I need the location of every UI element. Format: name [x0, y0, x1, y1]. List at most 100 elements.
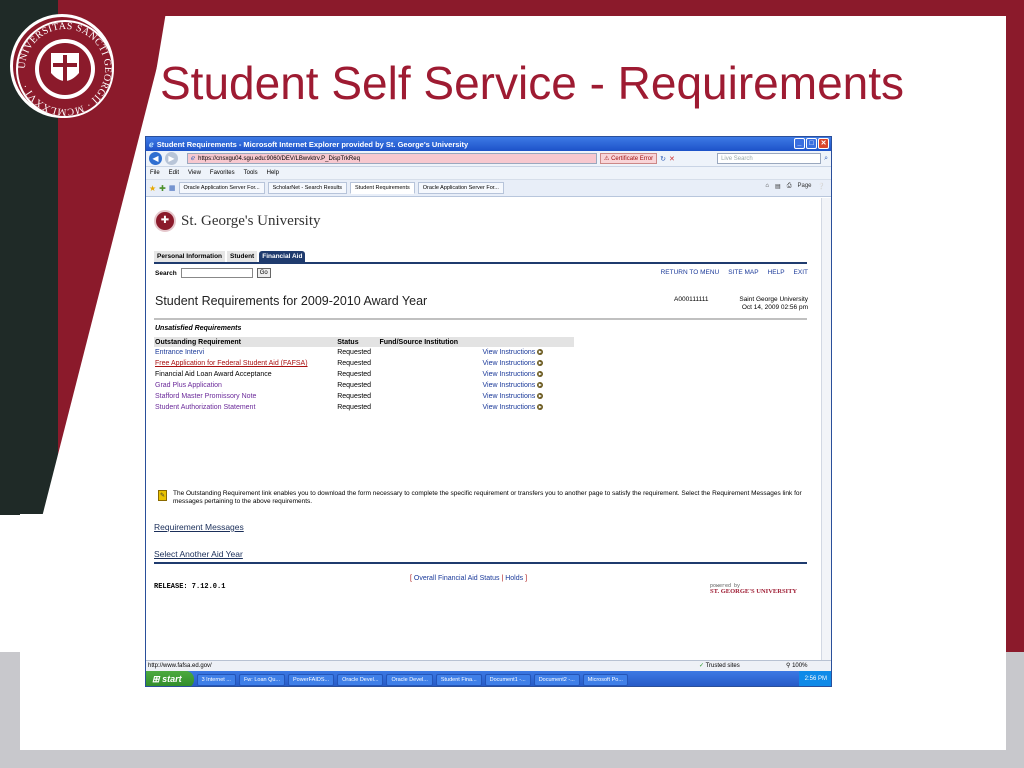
menu-view[interactable]: View — [188, 170, 201, 176]
requirement-link[interactable]: Student Authorization Statement — [155, 404, 255, 411]
home-icon[interactable]: ⌂ — [765, 183, 769, 190]
powered-by: powered by ST. GEORGE'S UNIVERSITY — [710, 583, 797, 595]
taskbar-item[interactable]: Document2 -... — [533, 673, 580, 686]
status-cell: Requested — [337, 393, 372, 400]
arrow-icon[interactable]: ▶ — [537, 371, 544, 378]
requirement-text: Financial Aid Loan Award Acceptance — [155, 371, 272, 378]
address-bar[interactable]: ℯ https://cnsxgu04.sgu.edu:9060/DEV/LBwv… — [187, 153, 597, 164]
quick-tabs-icon[interactable]: ▦ — [169, 184, 176, 192]
release-version: RELEASE: 7.12.0.1 — [154, 583, 226, 591]
taskbar-item[interactable]: Oracle Devel... — [337, 673, 384, 686]
help-icon[interactable]: ❔ — [818, 183, 825, 190]
windows-taskbar: ⊞ start 3 Internet ... Fw: Loan Qu... Po… — [146, 671, 831, 686]
taskbar-item[interactable]: PowerFAIDS... — [288, 673, 335, 686]
view-instructions-link[interactable]: View Instructions — [482, 404, 535, 411]
zoom-level[interactable]: ⚲ 100% — [786, 661, 807, 671]
search-label: Search — [155, 269, 177, 277]
help-link[interactable]: HELP — [768, 269, 785, 276]
page-menu[interactable]: Page — [798, 183, 812, 190]
windows-flag-icon: ⊞ — [152, 674, 160, 684]
menu-tools[interactable]: Tools — [244, 170, 258, 176]
requirement-link[interactable]: Free Application for Federal Student Aid… — [155, 360, 308, 367]
footer-links: [ Overall Financial Aid Status | Holds ] — [410, 575, 528, 582]
status-url: http://www.fafsa.ed.gov/ — [148, 663, 212, 669]
holds-link[interactable]: Holds — [505, 575, 523, 582]
taskbar-item[interactable]: Microsoft Po... — [582, 673, 628, 686]
divider — [154, 318, 807, 320]
stop-icon[interactable]: ✕ — [669, 155, 675, 163]
menu-edit[interactable]: Edit — [169, 170, 179, 176]
info-note: ✎ The Outstanding Requirement link enabl… — [158, 490, 813, 506]
timestamp: Oct 14, 2009 02:56 pm — [741, 304, 808, 311]
tab-oracle-2[interactable]: Oracle Application Server For... — [417, 182, 504, 194]
return-to-menu-link[interactable]: RETURN TO MENU — [661, 269, 720, 276]
back-button[interactable]: ◀ — [149, 152, 162, 165]
view-instructions-link[interactable]: View Instructions — [482, 382, 535, 389]
arrow-icon[interactable]: ▶ — [537, 360, 544, 367]
select-another-aid-year-link[interactable]: Select Another Aid Year — [154, 549, 243, 559]
view-instructions-link[interactable]: View Instructions — [482, 349, 535, 356]
taskbar-item[interactable]: 3 Internet ... — [196, 673, 236, 686]
menu-favorites[interactable]: Favorites — [210, 170, 235, 176]
vertical-scrollbar[interactable] — [821, 198, 831, 660]
refresh-icon[interactable]: ↻ — [660, 155, 666, 163]
arrow-icon[interactable]: ▶ — [537, 382, 544, 389]
search-icon[interactable]: ⌕ — [824, 155, 828, 163]
minimize-button[interactable]: _ — [794, 138, 805, 149]
maximize-button[interactable]: □ — [806, 138, 817, 149]
tab-scholarnet[interactable]: ScholarNet - Search Results — [267, 182, 348, 194]
requirements-table: Outstanding Requirement Status Fund/Sour… — [154, 337, 574, 413]
requirement-link[interactable]: Entrance Intervi — [155, 349, 204, 356]
search-row: Search Go — [155, 268, 271, 278]
table-row: Financial Aid Loan Award Acceptance Requ… — [154, 369, 574, 380]
taskbar-item[interactable]: Oracle Devel... — [386, 673, 433, 686]
close-button[interactable]: ✕ — [818, 138, 829, 149]
window-controls: _ □ ✕ — [794, 138, 829, 149]
table-row: Grad Plus Application Requested View Ins… — [154, 380, 574, 391]
tab-student-requirements[interactable]: Student Requirements — [350, 182, 415, 194]
favorites-star-icon[interactable]: ★ — [149, 184, 156, 193]
powered-by-logo: ST. GEORGE'S UNIVERSITY — [710, 588, 798, 595]
view-instructions-link[interactable]: View Instructions — [482, 360, 535, 367]
start-button[interactable]: ⊞ start — [146, 671, 194, 686]
forward-button[interactable]: ▶ — [165, 152, 178, 165]
arrow-icon[interactable]: ▶ — [537, 349, 544, 356]
window-titlebar: ℯ Student Requirements - Microsoft Inter… — [146, 137, 831, 151]
status-cell: Requested — [337, 404, 372, 411]
arrow-icon[interactable]: ▶ — [537, 404, 544, 411]
search-input[interactable] — [180, 268, 253, 278]
view-instructions-link[interactable]: View Instructions — [482, 371, 535, 378]
feeds-icon[interactable]: ▤ — [775, 183, 781, 190]
print-icon[interactable]: ⎙ — [787, 183, 792, 190]
requirement-link[interactable]: Stafford Master Promissory Note — [155, 393, 256, 400]
overall-financial-aid-status-link[interactable]: Overall Financial Aid Status — [414, 575, 500, 582]
taskbar-item[interactable]: Student Fina... — [435, 673, 482, 686]
go-button[interactable]: Go — [256, 268, 271, 278]
table-row: Student Authorization Statement Requeste… — [154, 402, 574, 413]
add-favorite-icon[interactable]: ✚ — [159, 184, 166, 193]
tab-oracle-1[interactable]: Oracle Application Server For... — [178, 182, 265, 194]
taskbar-item[interactable]: Document1 -... — [484, 673, 531, 686]
seal-graphic: UNIVERSITAS SANCTI GEORGII · MCMLXXVI · — [16, 20, 114, 118]
tab-personal-information[interactable]: Personal Information — [154, 251, 226, 262]
unsatisfied-requirements-label: Unsatisfied Requirements — [155, 325, 242, 332]
menu-file[interactable]: File — [150, 170, 160, 176]
view-instructions-link[interactable]: View Instructions — [482, 393, 535, 400]
requirement-messages-link[interactable]: Requirement Messages — [154, 522, 244, 532]
system-tray-clock[interactable]: 2:56 PM — [798, 671, 831, 686]
live-search-input[interactable]: Live Search — [717, 153, 822, 164]
site-map-link[interactable]: SITE MAP — [728, 269, 758, 276]
university-name: St. George's University — [181, 212, 321, 229]
footer-divider — [154, 562, 807, 564]
certificate-error-button[interactable]: ⚠ Certificate Error — [600, 153, 658, 164]
taskbar-item[interactable]: Fw: Loan Qu... — [238, 673, 286, 686]
status-bar: http://www.fafsa.ed.gov/ ✓ Trusted sites… — [146, 660, 831, 671]
arrow-icon[interactable]: ▶ — [537, 393, 544, 400]
tab-student[interactable]: Student — [227, 251, 258, 262]
top-links: RETURN TO MENU SITE MAP HELP EXIT — [661, 269, 808, 276]
status-cell: Requested — [337, 349, 372, 356]
tab-financial-aid[interactable]: Financial Aid — [259, 251, 306, 262]
menu-help[interactable]: Help — [267, 170, 279, 176]
requirement-link[interactable]: Grad Plus Application — [155, 382, 222, 389]
exit-link[interactable]: EXIT — [794, 269, 808, 276]
